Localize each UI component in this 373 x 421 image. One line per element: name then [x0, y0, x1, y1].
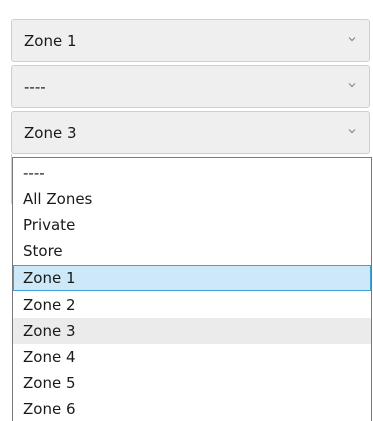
chevron-down-icon — [348, 129, 356, 134]
zone-dropdown-list[interactable]: ---- All Zones Private Store Zone 1 Zone… — [12, 157, 372, 421]
dropdown-option[interactable]: Private — [13, 212, 371, 238]
zone-select-2[interactable]: ---- — [11, 65, 370, 108]
dropdown-option[interactable]: Store — [13, 238, 371, 264]
dropdown-option[interactable]: ---- — [13, 160, 371, 186]
dropdown-option[interactable]: Zone 5 — [13, 370, 371, 396]
chevron-down-icon — [348, 83, 356, 88]
dropdown-option[interactable]: All Zones — [13, 186, 371, 212]
dropdown-option-highlighted[interactable]: Zone 1 — [13, 265, 371, 291]
dropdown-option[interactable]: Zone 6 — [13, 396, 371, 421]
zone-select-1-value: Zone 1 — [24, 32, 77, 50]
dropdown-option-selected[interactable]: Zone 3 — [13, 318, 371, 344]
zone-select-3[interactable]: Zone 3 — [11, 111, 370, 154]
zone-select-panel: Zone 1 ---- Zone 3 ---- All Zones Privat… — [0, 0, 373, 421]
dropdown-option[interactable]: Zone 2 — [13, 292, 371, 318]
zone-select-2-value: ---- — [24, 78, 46, 96]
zone-select-3-value: Zone 3 — [24, 124, 77, 142]
dropdown-option[interactable]: Zone 4 — [13, 344, 371, 370]
zone-select-1[interactable]: Zone 1 — [11, 19, 370, 62]
top-strip — [0, 0, 373, 10]
chevron-down-icon — [348, 37, 356, 42]
